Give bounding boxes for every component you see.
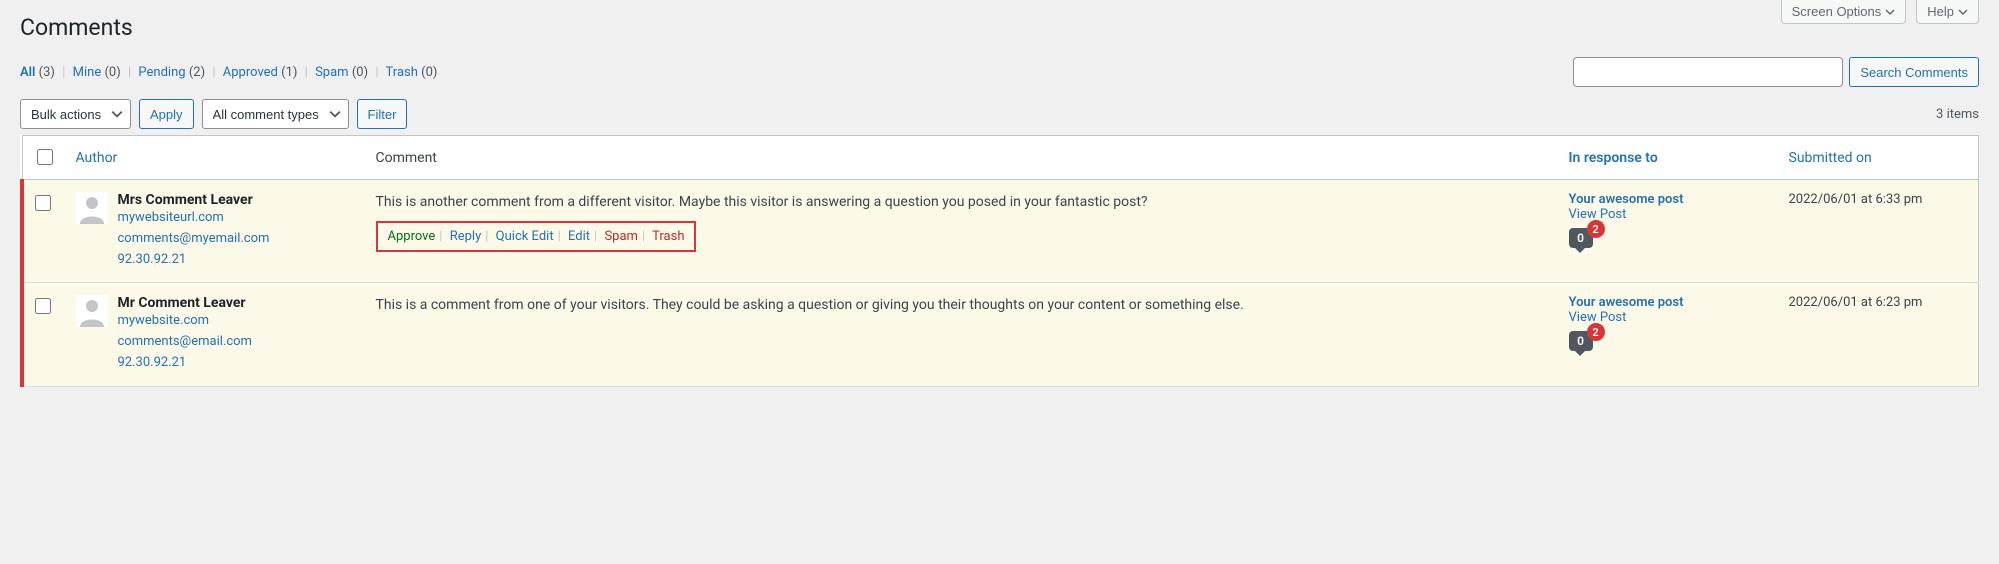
avatar	[76, 295, 108, 327]
author-name: Mrs Comment Leaver	[118, 192, 270, 208]
action-trash[interactable]: Trash	[652, 229, 684, 244]
filter-all[interactable]: All	[20, 65, 35, 80]
search-comments-button[interactable]: Search Comments	[1849, 57, 1979, 87]
author-email[interactable]: comments@email.com	[118, 332, 252, 353]
screen-options-tab[interactable]: Screen Options	[1781, 0, 1907, 24]
submitted-date: 2022/06/01 at 6:23 pm	[1779, 283, 1979, 386]
author-name: Mr Comment Leaver	[118, 295, 252, 311]
col-response[interactable]: In response to	[1569, 150, 1769, 166]
author-email[interactable]: comments@myemail.com	[118, 229, 270, 250]
col-date[interactable]: Submitted on	[1789, 150, 1872, 166]
response-post-link[interactable]: Your awesome post	[1569, 192, 1769, 207]
filter-pending[interactable]: Pending	[138, 65, 185, 80]
author-ip[interactable]: 92.30.92.21	[118, 353, 252, 374]
chevron-down-icon	[1885, 7, 1895, 17]
help-tab[interactable]: Help	[1916, 0, 1979, 24]
items-count: 3 items	[1936, 107, 1979, 122]
filter-mine[interactable]: Mine	[73, 65, 102, 80]
avatar	[76, 192, 108, 224]
table-row: Mr Comment Leaver mywebsite.com comments…	[22, 283, 1979, 386]
pending-badge: 2	[1587, 323, 1605, 341]
comment-text: This is a comment from one of your visit…	[376, 295, 1549, 316]
action-edit[interactable]: Edit	[568, 229, 590, 244]
row-actions: Approve| Reply| Quick Edit| Edit| Spam| …	[376, 221, 697, 252]
author-ip[interactable]: 92.30.92.21	[118, 250, 270, 271]
comment-types-select[interactable]: All comment types	[202, 99, 349, 129]
col-comment: Comment	[366, 136, 1559, 180]
action-spam[interactable]: Spam	[604, 229, 638, 244]
bulk-actions-select[interactable]: Bulk actions	[20, 99, 131, 129]
col-author[interactable]: Author	[76, 150, 118, 166]
select-all-checkbox[interactable]	[37, 149, 53, 165]
author-url[interactable]: mywebsite.com	[118, 311, 252, 332]
help-label: Help	[1927, 4, 1954, 19]
submitted-date: 2022/06/01 at 6:33 pm	[1779, 180, 1979, 283]
action-reply[interactable]: Reply	[450, 229, 482, 244]
row-checkbox[interactable]	[35, 195, 51, 211]
comment-text: This is another comment from a different…	[376, 192, 1549, 213]
search-comments-input[interactable]	[1573, 57, 1843, 87]
comment-count-bubble[interactable]: 02	[1569, 228, 1593, 248]
comment-count-bubble[interactable]: 02	[1569, 331, 1593, 351]
table-row: Mrs Comment Leaver mywebsiteurl.com comm…	[22, 180, 1979, 283]
filter-approved[interactable]: Approved	[223, 65, 278, 80]
comments-table: Author Comment In response to Submitted …	[20, 135, 1979, 387]
author-url[interactable]: mywebsiteurl.com	[118, 208, 270, 229]
filter-spam[interactable]: Spam	[315, 65, 349, 80]
screen-options-label: Screen Options	[1792, 4, 1882, 19]
chevron-down-icon	[1958, 7, 1968, 17]
row-checkbox[interactable]	[35, 298, 51, 314]
response-post-link[interactable]: Your awesome post	[1569, 295, 1769, 310]
status-filters: All (3) | Mine (0) | Pending (2) | Appro…	[20, 65, 437, 80]
pending-badge: 2	[1587, 220, 1605, 238]
apply-button[interactable]: Apply	[139, 99, 194, 129]
page-title: Comments	[20, 14, 1979, 41]
filter-button[interactable]: Filter	[357, 99, 408, 129]
action-approve[interactable]: Approve	[388, 229, 436, 244]
filter-trash[interactable]: Trash	[386, 65, 418, 80]
action-quick-edit[interactable]: Quick Edit	[496, 229, 554, 244]
